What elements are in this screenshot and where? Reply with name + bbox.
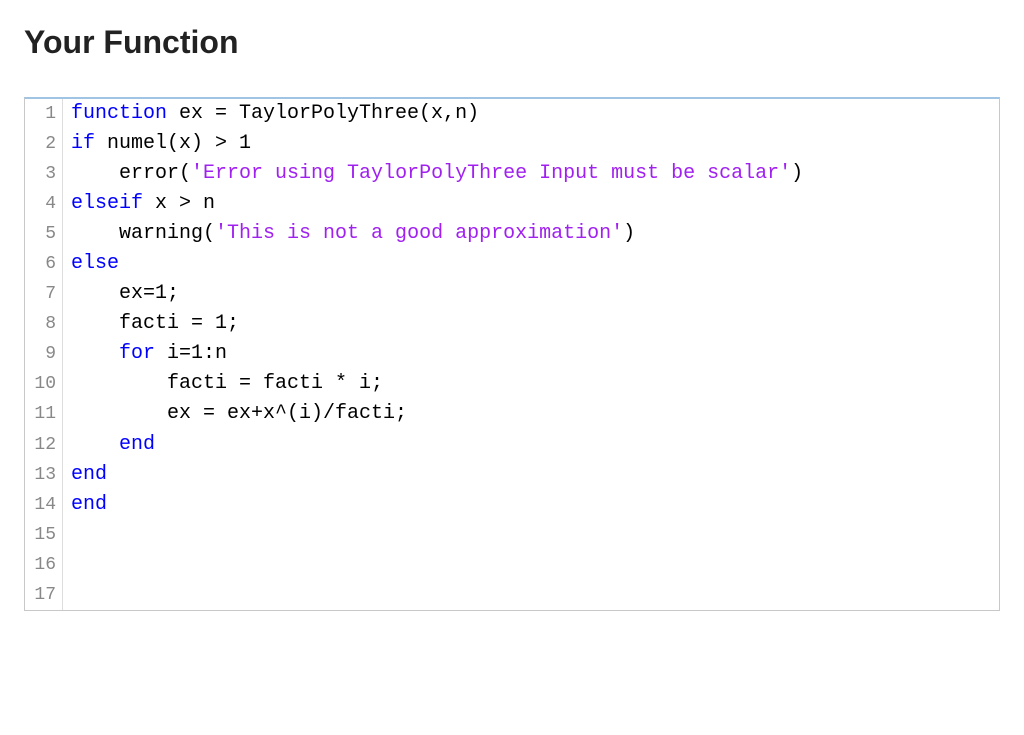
token-text: ): [623, 222, 635, 245]
token-text: [71, 583, 83, 606]
token-keyword: end: [119, 433, 155, 456]
code-line: 2if numel(x) > 1: [25, 129, 999, 159]
code-content: else: [63, 249, 119, 279]
token-string: 'Error using TaylorPolyThree Input must …: [191, 162, 791, 185]
token-text: ex = ex+x^(i)/facti;: [71, 402, 407, 425]
code-block: 1function ex = TaylorPolyThree(x,n)2if n…: [24, 97, 1000, 611]
code-content: warning('This is not a good approximatio…: [63, 219, 635, 249]
code-content: elseif x > n: [63, 189, 215, 219]
token-text: [71, 553, 83, 576]
line-number: 1: [25, 99, 63, 129]
code-content: for i=1:n: [63, 339, 227, 369]
line-number: 10: [25, 369, 63, 399]
token-text: ): [791, 162, 803, 185]
line-number: 2: [25, 129, 63, 159]
code-line: 11 ex = ex+x^(i)/facti;: [25, 399, 999, 429]
line-number: 12: [25, 430, 63, 460]
code-line: 14 end: [25, 490, 999, 520]
code-line: 8 facti = 1;: [25, 309, 999, 339]
token-keyword: end: [71, 463, 107, 486]
line-number: 5: [25, 219, 63, 249]
code-content: error('Error using TaylorPolyThree Input…: [63, 159, 803, 189]
code-content: if numel(x) > 1: [63, 129, 251, 159]
code-line: 5 warning('This is not a good approximat…: [25, 219, 999, 249]
code-line: 13 end: [25, 460, 999, 490]
token-text: x > n: [143, 192, 215, 215]
line-number: 7: [25, 279, 63, 309]
token-keyword: elseif: [71, 192, 143, 215]
token-text: ex = TaylorPolyThree(x,n): [167, 102, 479, 125]
token-text: error(: [71, 162, 191, 185]
token-text: facti = facti * i;: [71, 372, 383, 395]
code-line: 4elseif x > n: [25, 189, 999, 219]
code-content: [63, 520, 83, 550]
line-number: 15: [25, 520, 63, 550]
token-keyword: for: [119, 342, 155, 365]
code-line: 3 error('Error using TaylorPolyThree Inp…: [25, 159, 999, 189]
line-number: 3: [25, 159, 63, 189]
code-line: 6 else: [25, 249, 999, 279]
code-line: 16: [25, 550, 999, 580]
code-line: 9 for i=1:n: [25, 339, 999, 369]
line-number: 8: [25, 309, 63, 339]
line-number: 9: [25, 339, 63, 369]
code-content: function ex = TaylorPolyThree(x,n): [63, 99, 479, 129]
code-line: 17: [25, 580, 999, 610]
token-text: ex=1;: [71, 282, 179, 305]
page-title: Your Function: [24, 24, 1000, 61]
token-text: [71, 523, 83, 546]
code-line: 1function ex = TaylorPolyThree(x,n): [25, 99, 999, 129]
token-keyword: function: [71, 102, 167, 125]
token-keyword: if: [71, 132, 95, 155]
token-text: [71, 342, 119, 365]
code-content: facti = facti * i;: [63, 369, 383, 399]
token-text: i=1:n: [155, 342, 227, 365]
token-text: [71, 433, 119, 456]
code-line: 12 end: [25, 430, 999, 460]
line-number: 6: [25, 249, 63, 279]
code-content: end: [63, 430, 155, 460]
line-number: 13: [25, 460, 63, 490]
line-number: 14: [25, 490, 63, 520]
line-number: 17: [25, 580, 63, 610]
line-number: 11: [25, 399, 63, 429]
code-content: [63, 580, 83, 610]
token-keyword: else: [71, 252, 119, 275]
code-line: 10 facti = facti * i;: [25, 369, 999, 399]
code-content: [63, 550, 83, 580]
code-content: facti = 1;: [63, 309, 239, 339]
code-line: 7 ex=1;: [25, 279, 999, 309]
line-number: 16: [25, 550, 63, 580]
token-keyword: end: [71, 493, 107, 516]
token-text: warning(: [71, 222, 215, 245]
code-content: ex=1;: [63, 279, 179, 309]
code-content: end: [63, 460, 107, 490]
line-number: 4: [25, 189, 63, 219]
code-line: 15: [25, 520, 999, 550]
token-text: facti = 1;: [71, 312, 239, 335]
code-content: end: [63, 490, 107, 520]
code-content: ex = ex+x^(i)/facti;: [63, 399, 407, 429]
token-string: 'This is not a good approximation': [215, 222, 623, 245]
token-text: numel(x) > 1: [95, 132, 251, 155]
